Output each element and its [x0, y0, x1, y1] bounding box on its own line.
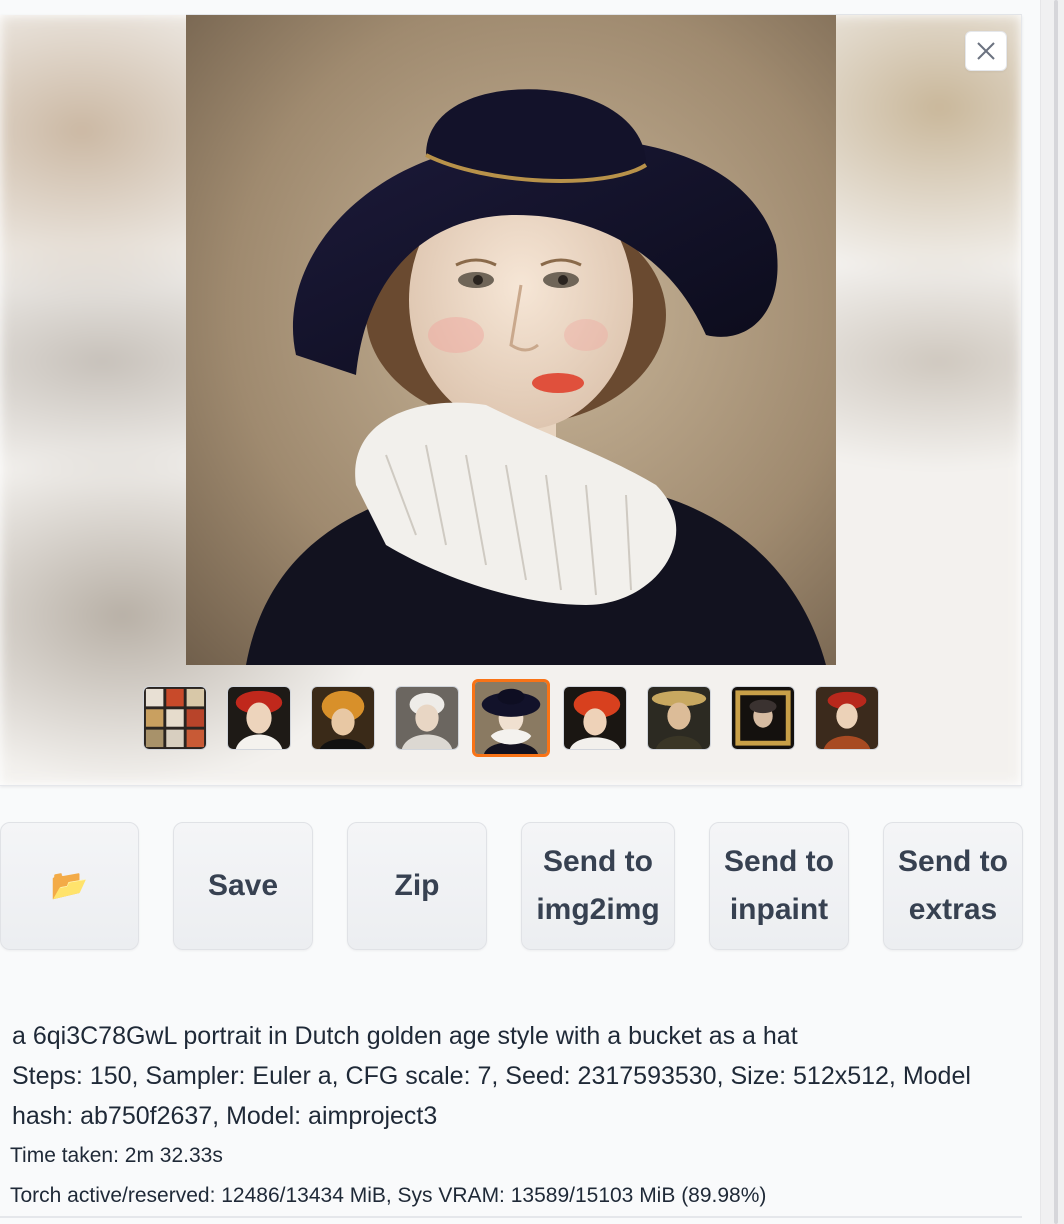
zip-button[interactable]: Zip: [347, 822, 487, 950]
save-button-label: Save: [207, 869, 279, 902]
thumbnail-straw-hat[interactable]: [647, 686, 711, 750]
prompt-text: a 6qi3C78GwL portrait in Dutch golden ag…: [12, 1022, 798, 1050]
generation-params-line1: Steps: 150, Sampler: Euler a, CFG scale:…: [12, 1062, 971, 1090]
send-to-inpaint-line2: inpaint: [729, 893, 829, 926]
send-to-extras-line2: extras: [908, 893, 998, 926]
thumbnail-grid[interactable]: [143, 686, 207, 750]
thumbnail-red-beret[interactable]: [227, 686, 291, 750]
folder-icon: 📂: [50, 869, 89, 902]
close-preview-button[interactable]: [965, 31, 1007, 71]
generated-image-preview[interactable]: [186, 15, 836, 665]
time-taken: Time taken: 2m 32.33s: [10, 1144, 223, 1167]
close-icon: [977, 42, 995, 60]
thumbnail-red-cap[interactable]: [815, 686, 879, 750]
vram-usage: Torch active/reserved: 12486/13434 MiB, …: [10, 1184, 767, 1207]
send-to-img2img-button[interactable]: Send to img2img: [521, 822, 675, 950]
send-to-inpaint-button[interactable]: Send to inpaint: [709, 822, 849, 950]
bottom-divider: [0, 1216, 1022, 1218]
page-scrollbar[interactable]: [1040, 0, 1064, 1224]
open-folder-button[interactable]: 📂: [0, 822, 139, 950]
send-to-img2img-line1: Send to: [542, 845, 653, 878]
scrollbar-thumb[interactable]: [1054, 0, 1058, 1224]
send-to-extras-button[interactable]: Send to extras: [883, 822, 1023, 950]
thumbnail-red-turban[interactable]: [563, 686, 627, 750]
thumbnail-golden-hat[interactable]: [311, 686, 375, 750]
save-button[interactable]: Save: [173, 822, 313, 950]
send-to-extras-line1: Send to: [898, 845, 1008, 878]
send-to-inpaint-line1: Send to: [724, 845, 834, 878]
thumbnail-bonnet[interactable]: [395, 686, 459, 750]
thumbnail-black-hat-selected[interactable]: [472, 679, 550, 757]
image-gallery: [0, 15, 1022, 786]
zip-button-label: Zip: [394, 869, 440, 902]
thumbnail-framed[interactable]: [731, 686, 795, 750]
send-to-img2img-line2: img2img: [536, 893, 660, 926]
generation-params-line2: hash: ab750f2637, Model: aimproject3: [12, 1102, 438, 1130]
generation-info: a 6qi3C78GwL portrait in Dutch golden ag…: [10, 1016, 1002, 1216]
